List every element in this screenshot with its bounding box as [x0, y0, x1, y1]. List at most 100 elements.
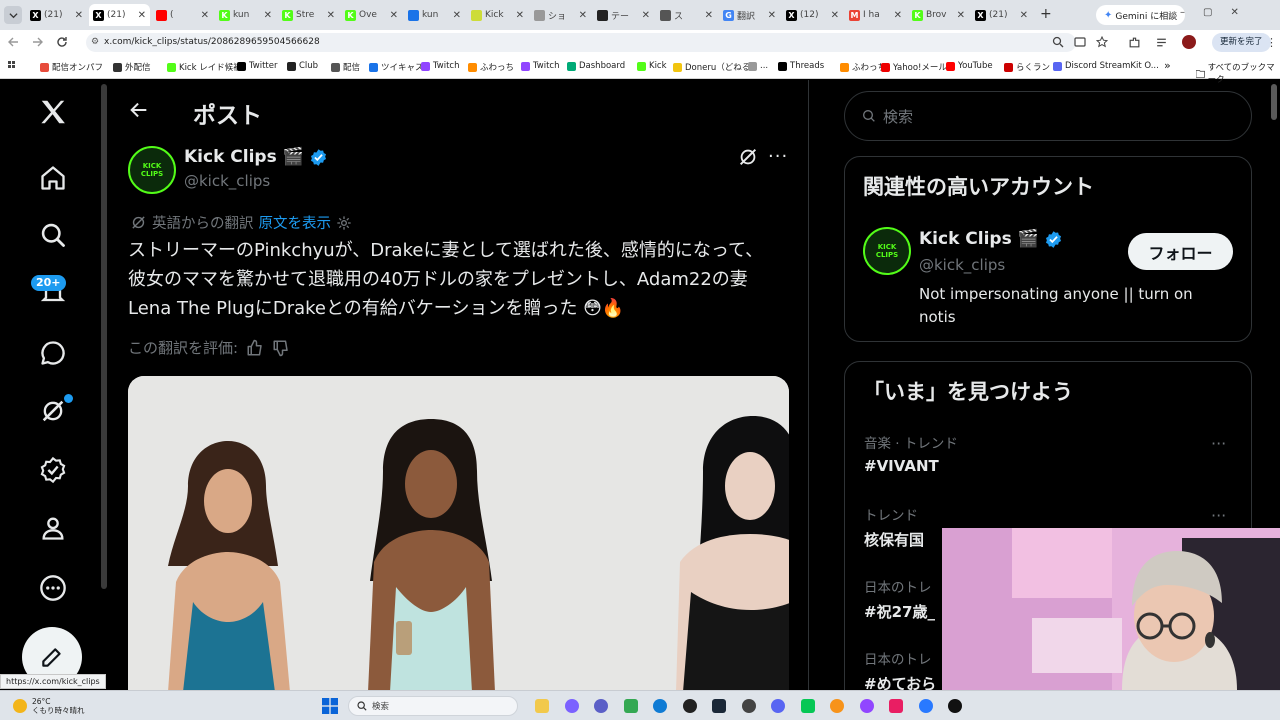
tab-close-icon[interactable]: ✕ [390, 10, 398, 21]
bookmark-item[interactable]: Dashboard [567, 61, 625, 71]
author-handle[interactable]: @kick_clips [184, 172, 270, 190]
reload-icon[interactable] [56, 36, 68, 48]
browser-tab[interactable]: K Ove ✕ [341, 4, 402, 26]
tab-close-icon[interactable]: ✕ [642, 10, 650, 21]
tab-close-icon[interactable]: ✕ [453, 10, 461, 21]
browser-tab[interactable]: X (21) ✕ [89, 4, 150, 26]
related-account-avatar[interactable]: KICK CLIPS [863, 227, 911, 275]
follow-button[interactable]: フォロー [1128, 233, 1233, 270]
left-scrollbar[interactable] [101, 84, 107, 589]
browser-tab[interactable]: MI ha ✕ [845, 4, 906, 26]
tab-close-icon[interactable]: ✕ [768, 10, 776, 21]
gemini-button[interactable]: ✦ Gemini に相談 [1096, 5, 1186, 25]
browser-menu-icon[interactable]: ⋮ [1266, 36, 1277, 49]
trend-more-icon[interactable]: ··· [1211, 434, 1226, 453]
terminal-icon[interactable] [948, 699, 962, 713]
tab-close-icon[interactable]: ✕ [201, 10, 209, 21]
browser-tab[interactable]: X (21) ✕ [971, 4, 1032, 26]
search-box[interactable]: 検索 [844, 91, 1252, 141]
trend-item[interactable]: 日本のトレ #めておら [864, 648, 936, 694]
bookmarks-more-icon[interactable]: » [1164, 59, 1171, 72]
thumbs-down-icon[interactable] [272, 339, 290, 357]
tab-close-icon[interactable]: ✕ [579, 10, 587, 21]
explore-icon[interactable] [28, 210, 78, 260]
bitcoin-icon[interactable] [830, 699, 844, 713]
browser-tab[interactable]: K Stre ✕ [278, 4, 339, 26]
trend-item[interactable]: トレンド 核保有国 [864, 504, 924, 550]
tab-close-icon[interactable]: ✕ [138, 10, 146, 21]
search-input[interactable]: 検索 [883, 106, 913, 127]
bookmark-star-icon[interactable] [1096, 36, 1108, 48]
bookmark-item[interactable]: らくラン [1004, 61, 1050, 73]
bookmark-item[interactable]: ふわっち [468, 61, 514, 73]
all-bookmarks-folder[interactable]: すべてのブックマーク [1196, 61, 1280, 85]
bookmark-item[interactable]: Twitch [521, 61, 560, 71]
update-button[interactable]: 更新を完了 [1212, 33, 1271, 52]
forward-icon[interactable] [32, 36, 44, 48]
install-app-icon[interactable] [1074, 36, 1086, 48]
browser-tab[interactable]: ショ ✕ [530, 4, 591, 26]
trend-item[interactable]: 音楽 · トレンド #VIVANT [864, 432, 958, 475]
app-icon[interactable] [741, 699, 756, 713]
taskbar-search[interactable]: 検索 [348, 696, 518, 716]
maximize-icon[interactable]: ▢ [1203, 7, 1230, 18]
close-window-icon[interactable]: ✕ [1230, 7, 1256, 18]
browser-tab[interactable]: X (21) ✕ [26, 4, 87, 26]
address-bar[interactable]: ⚙ x.com/kick_clips/status/20862896595045… [86, 33, 1076, 52]
file-explorer-icon[interactable] [535, 699, 549, 713]
verified-orgs-icon[interactable] [28, 445, 78, 495]
post-media-image[interactable] [128, 376, 789, 692]
bookmark-item[interactable]: Kick [637, 61, 667, 71]
bookmark-item[interactable]: 配信オンパフ [40, 61, 103, 73]
line-icon[interactable] [800, 699, 815, 713]
zoom-icon[interactable] [1052, 36, 1064, 48]
translation-settings-gear-icon[interactable] [336, 215, 352, 231]
tab-close-icon[interactable]: ✕ [516, 10, 524, 21]
back-arrow-icon[interactable] [128, 99, 150, 121]
tab-close-icon[interactable]: ✕ [831, 10, 839, 21]
bookmark-item[interactable]: Yahoo!メール [881, 61, 947, 73]
show-original-link[interactable]: 原文を表示 [259, 212, 332, 233]
browser-tab[interactable]: K Brov ✕ [908, 4, 969, 26]
bookmark-item[interactable]: ふわっち [840, 61, 886, 73]
site-info-icon[interactable]: ⚙ [91, 33, 99, 52]
weather-widget[interactable]: 26°C くもり時々晴れ [13, 697, 85, 715]
bookmark-item[interactable]: Kick レイド候補 [167, 61, 242, 73]
reading-list-icon[interactable] [1155, 36, 1168, 49]
back-icon[interactable] [7, 36, 19, 48]
steam-icon[interactable] [712, 699, 726, 713]
bookmark-item[interactable]: YouTube [946, 61, 993, 71]
apps-icon[interactable] [8, 61, 18, 71]
more-menu-icon[interactable] [28, 563, 78, 613]
browser-tab[interactable]: テー ✕ [593, 4, 654, 26]
bookmark-item[interactable]: ツイキャス [369, 61, 424, 73]
app2-icon[interactable] [889, 699, 903, 713]
profile-avatar[interactable] [1182, 35, 1196, 49]
extensions-icon[interactable] [1128, 36, 1141, 49]
bookmark-item[interactable]: Discord StreamKit O... [1053, 61, 1159, 71]
twitch-icon[interactable] [859, 699, 874, 713]
tab-close-icon[interactable]: ✕ [894, 10, 902, 21]
copilot-icon[interactable] [564, 699, 579, 713]
right-scrollbar[interactable] [1271, 84, 1277, 120]
window-controls[interactable]: –▢✕ [1180, 7, 1257, 18]
bookmark-item[interactable]: Twitter [237, 61, 278, 71]
browser-tab[interactable]: kun ✕ [404, 4, 465, 26]
tab-close-icon[interactable]: ✕ [705, 10, 713, 21]
author-avatar[interactable]: KICK CLIPS [128, 146, 176, 194]
obs-icon[interactable] [682, 699, 697, 713]
browser-tab[interactable]: G 翻訳 ✕ [719, 4, 780, 26]
browser-tab[interactable]: (✕ [152, 4, 213, 26]
bookmark-item[interactable]: Doneru（どねる） [673, 61, 759, 73]
home-icon[interactable] [28, 153, 78, 203]
author-name-row[interactable]: Kick Clips 🎬 [184, 147, 328, 167]
profile-icon[interactable] [28, 503, 78, 553]
x-logo[interactable] [28, 87, 78, 137]
bookmark-item[interactable]: Threads [778, 61, 824, 71]
taskbar-search-input[interactable]: 検索 [372, 700, 389, 712]
teams-icon[interactable] [594, 699, 608, 713]
new-tab-button[interactable]: + [1040, 6, 1052, 22]
related-account-name-row[interactable]: Kick Clips 🎬 [919, 229, 1063, 249]
browser-tab[interactable]: Kkun ✕ [215, 4, 276, 26]
bookmark-item[interactable]: Twitch [421, 61, 460, 71]
